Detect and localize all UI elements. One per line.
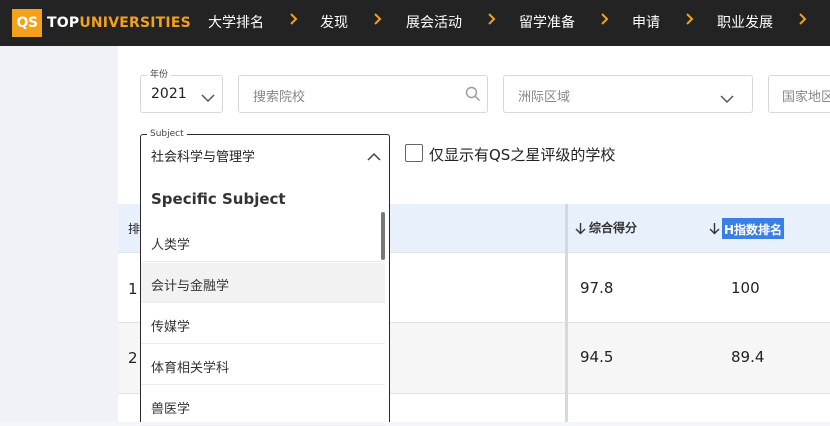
search-placeholder: 搜索院校: [253, 90, 306, 105]
region-placeholder: 洲际区域: [518, 90, 571, 105]
column-header-h-index[interactable]: H指数排名: [722, 218, 785, 239]
left-sidebar: [0, 46, 118, 422]
nav-item-apply[interactable]: 申请: [632, 12, 660, 32]
row-2-h-index: 89.4: [731, 348, 765, 366]
search-input[interactable]: 搜索院校: [238, 75, 488, 113]
subject-option[interactable]: 传媒学: [141, 304, 385, 344]
top-navigation-bar: QS TOPUNIVERSITIES 大学排名 发现 展会活动 留学准备 申请 …: [0, 0, 830, 46]
sort-arrow-down-icon[interactable]: [709, 220, 720, 239]
qs-logo-mark: QS: [12, 9, 42, 37]
row-2-rank: 2: [128, 349, 138, 367]
chevron-down-icon: [720, 89, 734, 108]
nav-item-rankings[interactable]: 大学排名: [208, 12, 264, 32]
row-1-overall-score: 97.8: [580, 279, 614, 297]
chevron-right-icon: [485, 11, 499, 27]
subject-value: 社会科学与管理学: [151, 150, 256, 165]
chevron-down-icon: [201, 88, 215, 107]
chevron-right-icon: [371, 11, 385, 27]
chevron-right-icon: [796, 11, 810, 27]
row-2-overall-score: 94.5: [580, 348, 614, 366]
column-divider: [565, 204, 568, 422]
year-value: 2021: [151, 86, 187, 102]
column-header-overall-score[interactable]: 综合得分: [589, 219, 637, 236]
qs-stars-checkbox[interactable]: [405, 144, 423, 162]
chevron-right-icon: [598, 11, 612, 27]
country-select[interactable]: 国家地区: [768, 75, 830, 113]
year-label: 年份: [147, 70, 172, 80]
dropdown-scrollbar[interactable]: [381, 212, 385, 260]
nav-item-events[interactable]: 展会活动: [406, 12, 462, 32]
subject-option[interactable]: 人类学: [141, 222, 385, 262]
nav-item-discover[interactable]: 发现: [320, 12, 348, 32]
subject-option[interactable]: 兽医学: [141, 386, 385, 426]
subject-dropdown-list: Specific Subject 人类学 会计与金融学 传媒学 体育相关学科 兽…: [140, 172, 390, 426]
nav-item-career[interactable]: 职业发展: [717, 12, 773, 32]
year-select[interactable]: 年份 2021: [140, 70, 223, 113]
nav-item-prepare[interactable]: 留学准备: [519, 12, 575, 32]
qs-stars-label: 仅显示有QS之星评级的学校: [429, 146, 616, 164]
subject-label: Subject: [147, 129, 187, 139]
region-select[interactable]: 洲际区域: [503, 75, 753, 113]
subject-select[interactable]: Subject 社会科学与管理学: [140, 129, 390, 172]
subject-option[interactable]: 体育相关学科: [141, 345, 385, 385]
column-header-rank[interactable]: 排: [128, 220, 140, 237]
chevron-right-icon: [287, 11, 301, 27]
subject-option[interactable]: 会计与金融学: [141, 263, 385, 303]
row-1-h-index: 100: [731, 279, 760, 297]
sort-arrow-down-icon[interactable]: [575, 220, 586, 239]
dropdown-group-heading: Specific Subject: [151, 190, 286, 208]
topuniversities-logo[interactable]: QS TOPUNIVERSITIES: [12, 9, 191, 37]
chevron-up-icon: [367, 147, 381, 166]
brand-wordmark: TOPUNIVERSITIES: [47, 15, 191, 31]
row-1-rank: 1: [128, 280, 138, 298]
chevron-right-icon: [683, 11, 697, 27]
country-placeholder: 国家地区: [782, 90, 830, 105]
search-icon: [465, 86, 481, 106]
